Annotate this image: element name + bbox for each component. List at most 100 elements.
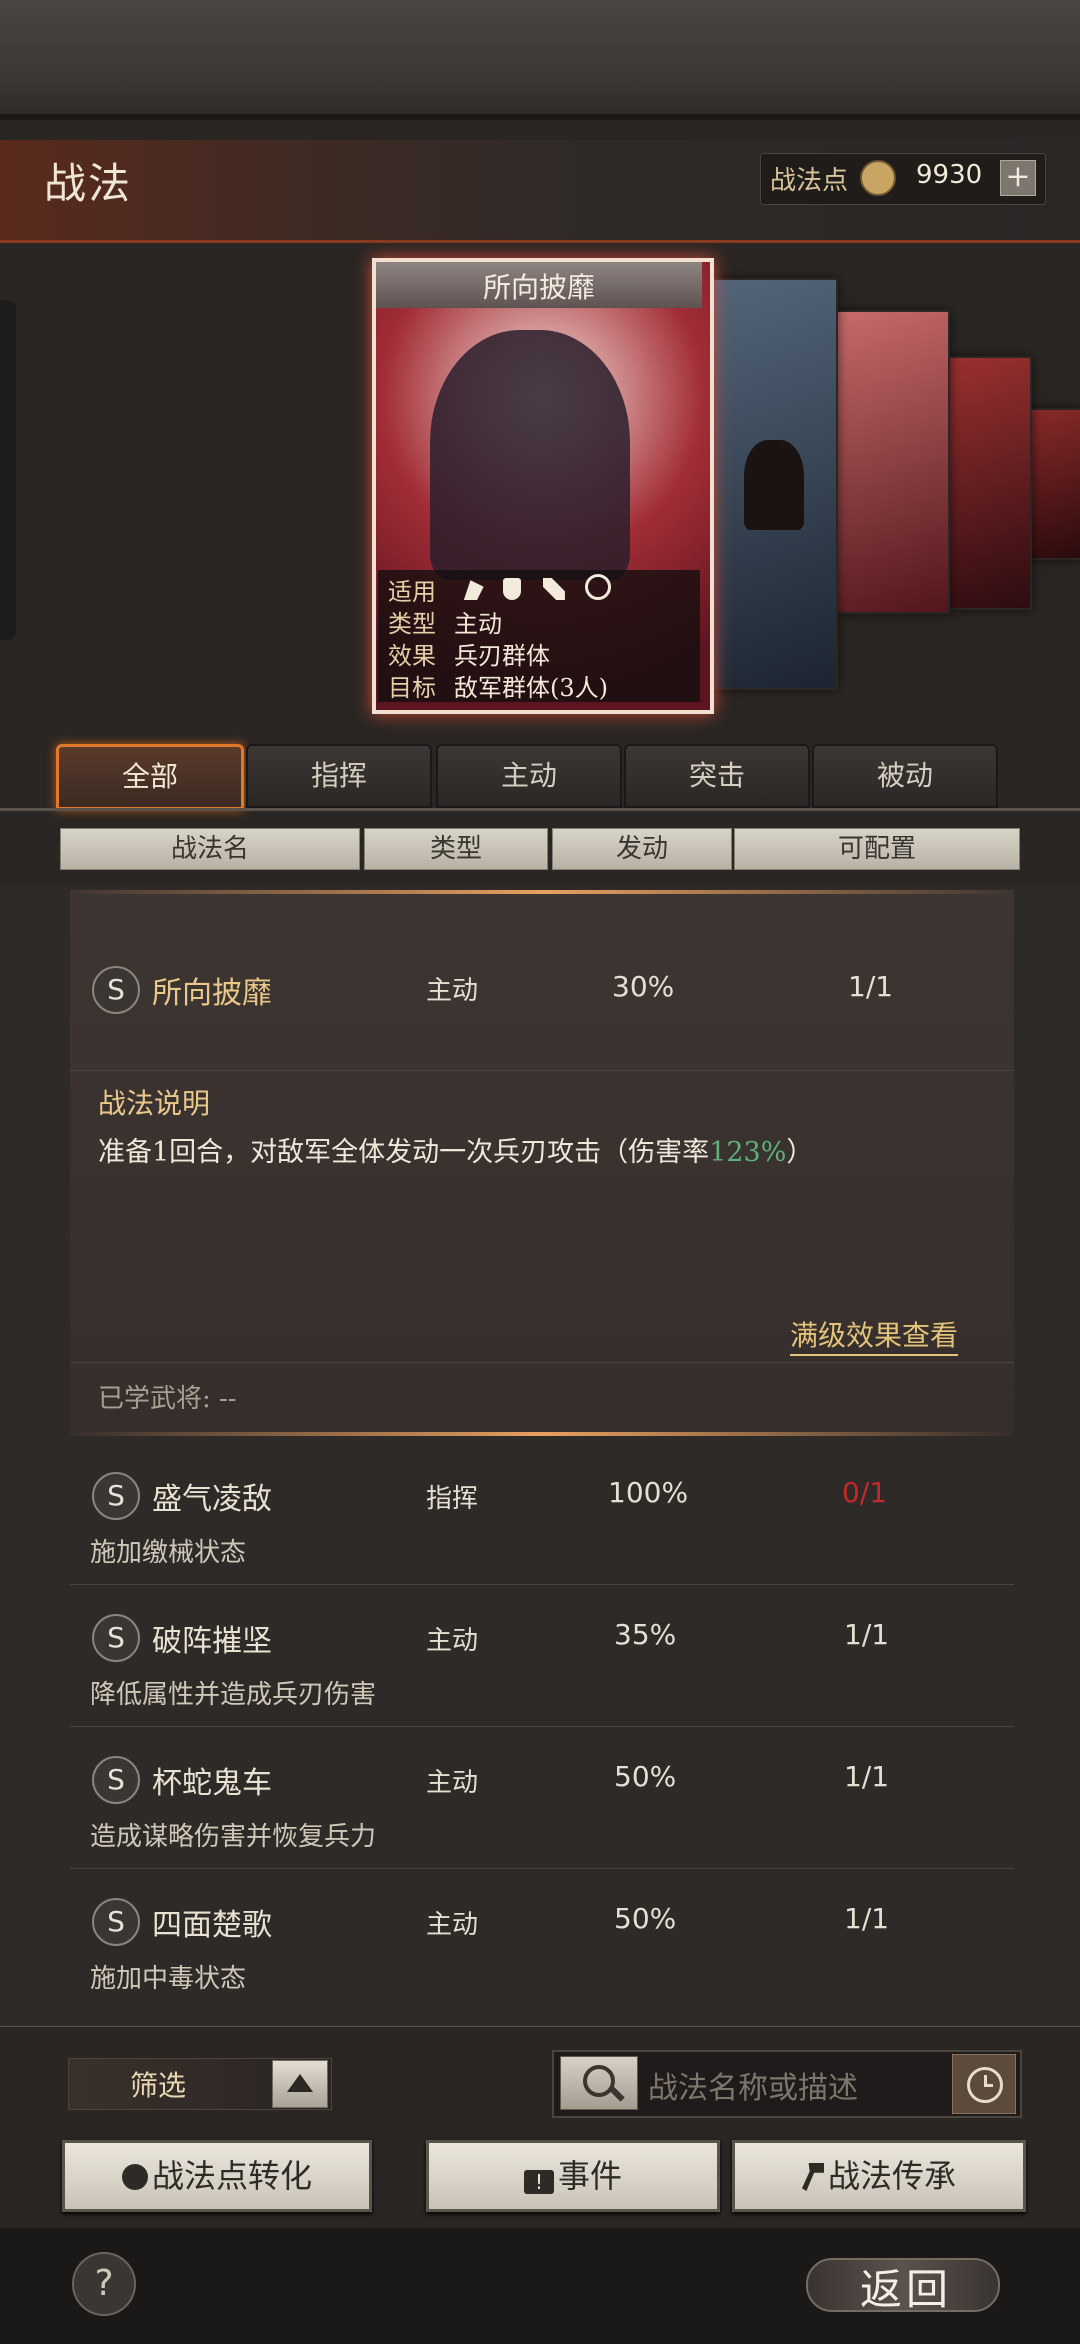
info-key: 类型	[388, 610, 436, 638]
back-label: 返回	[860, 2265, 953, 2314]
card-art	[744, 440, 804, 530]
card-info-panel: 适用 类型 主动 效果 兵刃群体 目标 敌军群体(3人)	[378, 570, 700, 702]
page-title: 战法	[44, 159, 133, 208]
divider	[70, 1362, 1014, 1363]
column-header-config[interactable]: 可配置	[734, 828, 1020, 870]
tactic-row[interactable]: S 盛气凌敌 指挥 100% 0/1 施加缴械状态	[70, 1454, 1014, 1586]
card-info-row-apply: 适用	[388, 572, 611, 607]
desc-text-part: ）	[786, 1137, 814, 1168]
tactic-rate: 35%	[614, 1618, 677, 1651]
tactic-card-4[interactable]	[948, 356, 1032, 610]
divider	[70, 1584, 1014, 1585]
tactic-desc: 施加缴械状态	[90, 1538, 247, 1568]
grade-s-badge: S	[92, 1614, 140, 1662]
card-art-warrior	[430, 330, 630, 580]
search-placeholder: 战法名称或描述	[648, 2071, 858, 2106]
tactic-card-2[interactable]	[712, 278, 838, 690]
button-label: 战法点转化	[151, 2157, 312, 2195]
tactic-name: 盛气凌敌	[152, 1482, 272, 1517]
filter-label: 筛选	[130, 2069, 187, 2102]
tactic-rate: 30%	[612, 970, 675, 1003]
tactic-card-5[interactable]	[1030, 408, 1080, 560]
glow-divider-bottom	[70, 1432, 1014, 1436]
column-header-type[interactable]: 类型	[364, 828, 548, 870]
tactic-rate: 100%	[608, 1476, 689, 1509]
help-button[interactable]: ?	[72, 2252, 136, 2316]
tactic-row[interactable]: S 破阵摧坚 主动 35% 1/1 降低属性并造成兵刃伤害	[70, 1596, 1014, 1728]
side-drawer-handle[interactable]	[0, 300, 16, 640]
history-button[interactable]	[952, 2054, 1016, 2114]
tactic-card-3[interactable]	[836, 310, 950, 614]
filter-toggle-button[interactable]	[272, 2060, 328, 2108]
tactic-row[interactable]: S 杯蛇鬼车 主动 50% 1/1 造成谋略伤害并恢复兵力	[70, 1738, 1014, 1870]
damage-rate-value: 123%	[709, 1137, 787, 1168]
triangle-up-icon	[287, 2074, 313, 2092]
card-title: 所向披靡	[482, 271, 595, 304]
grade-s-badge: S	[92, 966, 140, 1014]
tactic-type: 主动	[426, 1910, 479, 1940]
search-icon-handle	[609, 2086, 625, 2102]
search-button[interactable]	[560, 2056, 638, 2110]
tactic-point-icon	[121, 2164, 148, 2190]
clock-icon	[967, 2067, 1003, 2103]
grade-s-badge: S	[92, 1898, 140, 1946]
tactic-type: 主动	[426, 976, 479, 1006]
tactic-name: 所向披靡	[152, 976, 272, 1011]
tactic-config: 1/1	[844, 1902, 890, 1935]
tactic-name: 破阵摧坚	[152, 1624, 272, 1659]
button-label: 战法传承	[827, 2157, 956, 2195]
tactic-config: 1/1	[844, 1618, 890, 1651]
column-header-name[interactable]: 战法名	[60, 828, 360, 870]
cavalry-icon	[463, 580, 484, 600]
tab-all[interactable]: 全部	[56, 744, 244, 810]
tab-passive[interactable]: 被动	[812, 744, 998, 808]
tactic-desc: 造成谋略伤害并恢复兵力	[90, 1822, 377, 1852]
tab-active[interactable]: 主动	[436, 744, 622, 808]
inherit-tactic-button[interactable]: 战法传承	[732, 2140, 1026, 2212]
divider	[70, 1868, 1014, 1869]
tactic-config: 1/1	[844, 1760, 890, 1793]
convert-points-button[interactable]: 战法点转化	[62, 2140, 372, 2212]
event-icon: !	[523, 2170, 554, 2194]
tactic-name: 杯蛇鬼车	[152, 1766, 272, 1801]
column-header-rate[interactable]: 发动	[552, 828, 732, 870]
tactic-points-value: 9930	[916, 160, 983, 190]
desc-text-part: 准备1回合，对敌军全体发动一次兵刃攻击（伤害率	[98, 1137, 710, 1168]
info-key: 效果	[388, 642, 436, 670]
max-level-effect-link[interactable]: 满级效果查看	[790, 1314, 959, 1356]
card-info-row-target: 目标 敌军群体(3人)	[388, 668, 608, 703]
tab-command[interactable]: 指挥	[246, 744, 432, 808]
tactic-desc: 施加中毒状态	[90, 1964, 247, 1994]
tab-divider	[0, 808, 1080, 811]
info-value: 敌军群体(3人)	[454, 674, 608, 702]
hammer-icon	[801, 2163, 824, 2191]
grade-s-badge: S	[92, 1472, 140, 1520]
info-key: 适用	[388, 578, 436, 606]
tactic-rate: 50%	[614, 1902, 677, 1935]
tactic-type: 主动	[426, 1626, 479, 1656]
tactic-type: 主动	[426, 1768, 479, 1798]
archer-icon	[542, 578, 565, 600]
glow-divider-top	[70, 890, 1014, 894]
top-decoration	[0, 0, 1080, 120]
info-value: 兵刃群体	[454, 642, 550, 670]
shield-icon	[503, 578, 522, 600]
info-key: 目标	[388, 674, 436, 702]
desc-text: 准备1回合，对敌军全体发动一次兵刃攻击（伤害率123%）	[98, 1130, 813, 1169]
divider	[70, 1070, 1014, 1071]
divider	[70, 1726, 1014, 1727]
add-points-button[interactable]: +	[1000, 160, 1036, 196]
tactic-rate: 50%	[614, 1760, 677, 1793]
tactic-desc: 降低属性并造成兵刃伤害	[90, 1680, 377, 1710]
list-bottom-divider	[0, 2026, 1080, 2027]
event-button[interactable]: ! 事件	[426, 2140, 720, 2212]
tactic-point-icon	[860, 160, 896, 196]
tab-assault[interactable]: 突击	[624, 744, 810, 808]
tactic-type: 指挥	[426, 1484, 479, 1514]
button-label: 事件	[557, 2157, 622, 2195]
card-info-row-effect: 效果 兵刃群体	[388, 636, 550, 671]
tactic-name: 四面楚歌	[152, 1908, 272, 1943]
info-value: 主动	[454, 610, 502, 638]
tactic-row[interactable]: S 四面楚歌 主动 50% 1/1 施加中毒状态	[70, 1880, 1014, 2012]
card-info-row-type: 类型 主动	[388, 604, 502, 639]
